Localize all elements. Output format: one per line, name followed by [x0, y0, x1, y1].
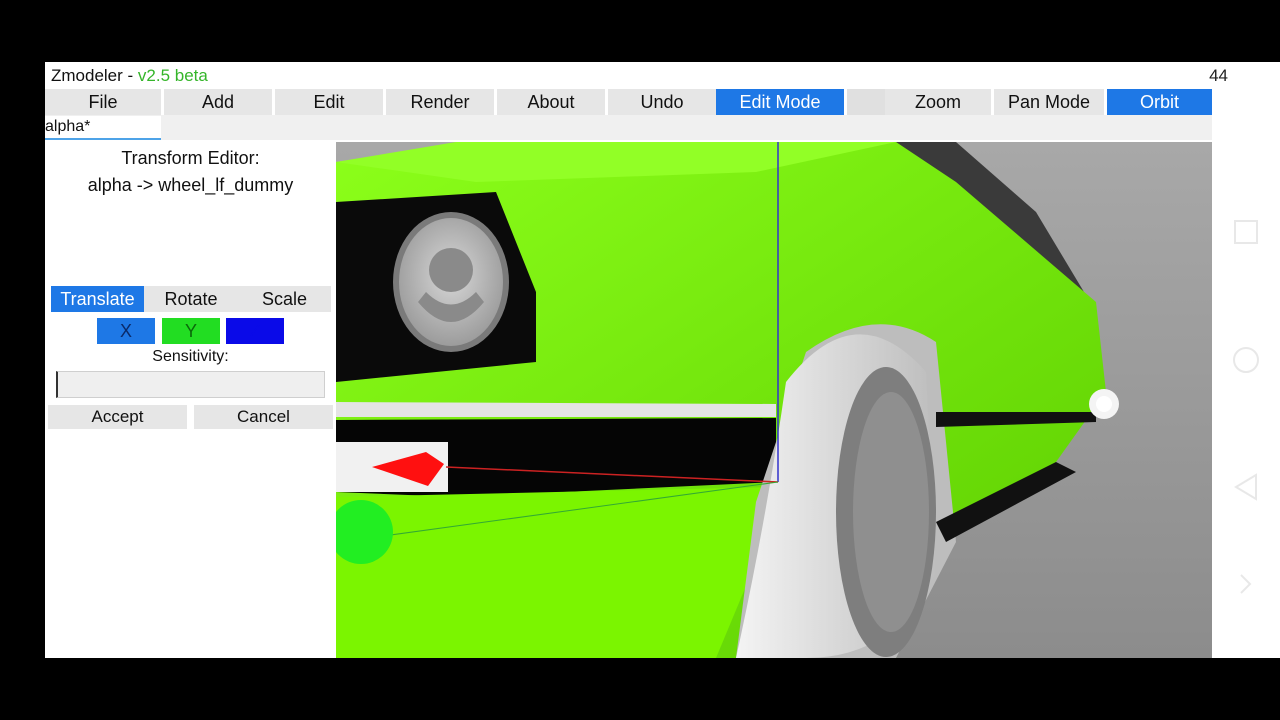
square-icon[interactable] [1228, 214, 1264, 250]
rotate-tab[interactable]: Rotate [144, 286, 238, 312]
menu-about-button[interactable]: About [497, 89, 605, 115]
app-name: Zmodeler - [51, 66, 138, 85]
zoom-button[interactable]: Zoom [885, 89, 991, 115]
menu-edit-button[interactable]: Edit [275, 89, 383, 115]
project-tab-row: alpha* [45, 115, 1212, 140]
circle-icon[interactable] [1228, 342, 1264, 378]
panel-title: Transform Editor: [121, 148, 260, 168]
app-title: Zmodeler - v2.5 beta [51, 62, 208, 89]
car-render [336, 142, 1212, 658]
cancel-button[interactable]: Cancel [194, 405, 333, 429]
menu-file-button[interactable]: File [45, 89, 161, 115]
scale-tab[interactable]: Scale [238, 286, 331, 312]
axis-x-button[interactable]: X [97, 318, 155, 344]
triangle-back-icon[interactable] [1228, 469, 1264, 505]
sensitivity-input[interactable] [56, 371, 325, 398]
translate-tab[interactable]: Translate [51, 286, 144, 312]
menu-render-button[interactable]: Render [386, 89, 494, 115]
project-tab[interactable]: alpha* [45, 116, 161, 140]
menu-bar: File Add Edit Render About Undo Edit Mod… [45, 89, 1212, 115]
axis-y-button[interactable]: Y [162, 318, 220, 344]
sensitivity-label: Sensitivity: [152, 348, 229, 365]
chevron-right-icon[interactable] [1228, 566, 1264, 602]
axis-z-button[interactable]: Z [226, 318, 284, 344]
app-version: v2.5 beta [137, 66, 208, 85]
accept-button[interactable]: Accept [48, 405, 187, 429]
menu-add-button[interactable]: Add [164, 89, 272, 115]
edit-mode-button[interactable]: Edit Mode [716, 89, 844, 115]
panel-target: alpha -> wheel_lf_dummy [87, 175, 294, 195]
pan-mode-button[interactable]: Pan Mode [994, 89, 1104, 115]
title-bar: Zmodeler - v2.5 beta 44 [45, 62, 1280, 89]
fps-counter: 44 [1209, 66, 1228, 85]
transform-editor-panel: Transform Editor: alpha -> wheel_lf_dumm… [45, 142, 336, 658]
menu-blank-button[interactable] [847, 89, 885, 115]
3d-viewport[interactable] [336, 142, 1212, 658]
zmodeler-window: Zmodeler - v2.5 beta 44 File Add Edit Re… [45, 62, 1280, 658]
undo-button[interactable]: Undo [608, 89, 716, 115]
orbit-button[interactable]: Orbit [1107, 89, 1212, 115]
